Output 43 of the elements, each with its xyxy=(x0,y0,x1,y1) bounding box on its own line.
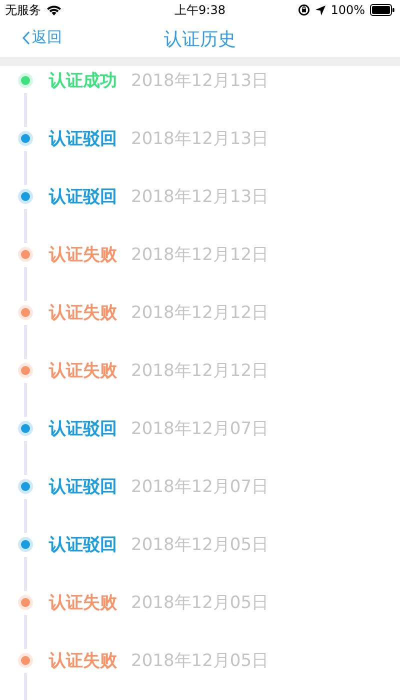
battery-icon xyxy=(370,4,395,16)
wifi-icon xyxy=(46,4,62,16)
record-date: 2018年12月12日 xyxy=(131,245,269,265)
status-dot xyxy=(18,595,32,610)
status-dot xyxy=(18,479,32,494)
status-dot xyxy=(18,363,32,378)
status-dot xyxy=(18,189,32,204)
status-label: 认证失败 xyxy=(49,245,117,265)
status-label: 认证驳回 xyxy=(49,129,117,149)
status-dot xyxy=(18,537,32,552)
status-dot xyxy=(18,653,32,668)
record-date: 2018年12月12日 xyxy=(131,303,269,323)
status-label: 认证驳回 xyxy=(49,187,117,207)
location-arrow-icon xyxy=(314,4,326,16)
record-date: 2018年12月07日 xyxy=(131,419,269,439)
page-title: 认证历史 xyxy=(164,28,236,50)
status-dot xyxy=(18,305,32,320)
status-dot xyxy=(18,247,32,262)
status-label: 认证驳回 xyxy=(49,477,117,497)
record-date: 2018年12月13日 xyxy=(131,129,269,149)
status-label: 认证驳回 xyxy=(49,535,117,555)
status-label: 认证失败 xyxy=(49,361,117,381)
record-date: 2018年12月05日 xyxy=(131,651,269,671)
record-date: 2018年12月07日 xyxy=(131,477,269,497)
carrier-text: 无服务 xyxy=(5,2,41,18)
record-date: 2018年12月13日 xyxy=(131,187,269,207)
status-label: 认证成功 xyxy=(49,71,117,91)
status-label: 认证失败 xyxy=(49,651,117,671)
record-date: 2018年12月12日 xyxy=(131,361,269,381)
status-label: 认证驳回 xyxy=(49,419,117,439)
status-dot xyxy=(18,131,32,146)
record-date: 2018年12月05日 xyxy=(131,593,269,613)
chevron-left-icon xyxy=(22,30,30,44)
status-label: 认证失败 xyxy=(49,593,117,613)
battery-percent: 100% xyxy=(330,3,365,17)
status-label: 认证失败 xyxy=(49,303,117,323)
back-button[interactable]: 返回 xyxy=(22,28,62,47)
record-date: 2018年12月13日 xyxy=(131,71,269,91)
status-dot xyxy=(18,421,32,436)
record-date: 2018年12月05日 xyxy=(131,535,269,555)
clock-time: 上午9:38 xyxy=(174,2,226,18)
rotation-lock-icon xyxy=(298,4,310,16)
status-dot xyxy=(18,73,32,88)
